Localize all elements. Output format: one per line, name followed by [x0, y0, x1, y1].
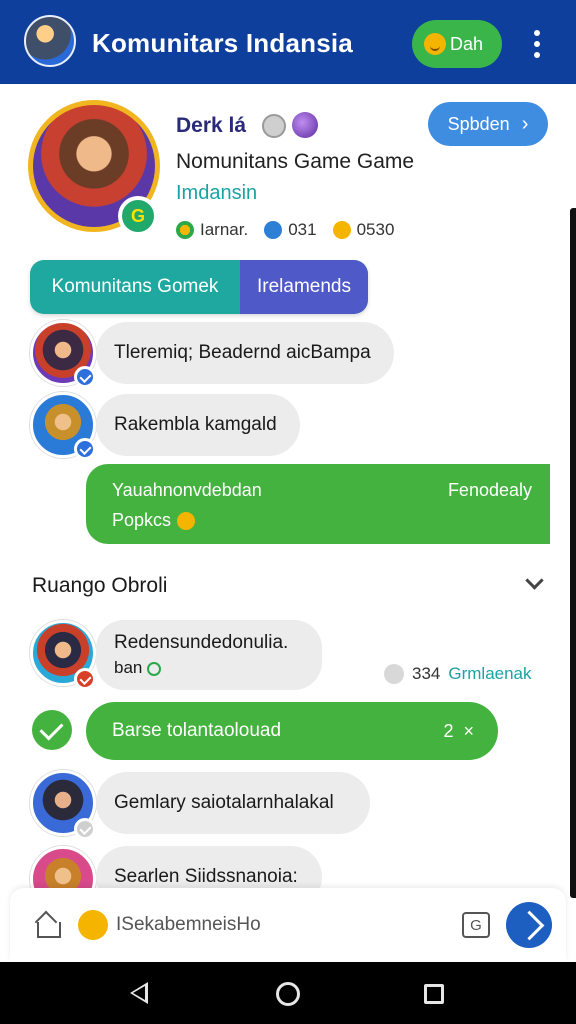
profile-action-label: Spbden	[447, 113, 510, 134]
app-screen: Komunitars Indansia Dah G Derk lá Nomuni…	[0, 0, 576, 1024]
more-menu-icon[interactable]	[526, 30, 548, 58]
message-bubble[interactable]: Rakembla kamgald	[96, 394, 300, 456]
section-title: Ruango Obroli	[32, 574, 168, 597]
check-icon[interactable]	[32, 710, 72, 750]
status-dot-icon	[74, 668, 96, 690]
star-icon	[264, 221, 283, 239]
emoji-icon	[332, 221, 351, 239]
smiley-icon	[424, 33, 446, 55]
home-circle-icon[interactable]	[276, 982, 300, 1006]
orb-badge-icon	[292, 112, 318, 138]
scrollbar[interactable]	[570, 208, 576, 898]
recent-apps-icon[interactable]	[424, 984, 444, 1004]
selected-item-meta: 2 ×	[443, 721, 474, 742]
message-line-2-text: ban	[114, 658, 143, 677]
highlight-line-2: Popkcs	[112, 510, 196, 531]
status-pill-button[interactable]: Dah	[412, 20, 502, 68]
status-pill-label: Dah	[450, 33, 484, 54]
message-composer: ISekabemneisHo G	[10, 888, 566, 962]
selected-item-count: 2	[443, 720, 454, 741]
stat-value: Iarnar.	[200, 220, 249, 239]
profile-name: Derk lá	[176, 114, 247, 137]
face-icon	[384, 664, 404, 684]
profile-stats: Iarnar. 031 0530	[176, 218, 410, 242]
selected-item[interactable]: Barse tolantaolouad 2 ×	[86, 702, 498, 760]
leaf-icon	[176, 221, 194, 239]
highlight-line-2-text: Popkcs	[112, 510, 172, 530]
selected-item-text: Barse tolantaolouad	[112, 720, 282, 741]
room-meta-label[interactable]: Grmlaenak	[448, 664, 531, 684]
message-bubble[interactable]: Redensundedonulia. ban	[96, 620, 322, 690]
tab-irelamends[interactable]: Irelamends	[240, 260, 368, 314]
message-line-2: ban	[114, 658, 162, 678]
message-input[interactable]: ISekabemneisHo	[116, 914, 261, 936]
highlight-message[interactable]: Yauahnonvdebdan Fenodealy Popkcs	[86, 464, 550, 544]
top-app-bar: Komunitars Indansia Dah	[0, 0, 576, 84]
leaf-icon	[147, 661, 162, 676]
muted-icon	[74, 818, 96, 840]
message-bubble[interactable]: Tleremiq; Beadernd aicBampa	[96, 322, 394, 384]
message-bubble[interactable]: Gemlary saiotalarnhalakal	[96, 772, 370, 834]
emoji-picker-icon[interactable]	[78, 910, 108, 940]
profile-subtitle: Nomunitans Game Game	[176, 150, 415, 173]
stat-value: 031	[288, 220, 317, 239]
app-avatar[interactable]	[24, 15, 76, 67]
close-icon[interactable]: ×	[463, 721, 474, 741]
send-button[interactable]	[506, 902, 552, 948]
chevron-down-icon[interactable]	[524, 572, 544, 592]
verified-icon	[74, 366, 96, 388]
profile-action-button[interactable]: Spbden ›	[428, 102, 548, 146]
fire-icon	[177, 512, 196, 531]
home-icon[interactable]	[34, 912, 61, 938]
highlight-line-right: Fenodealy	[447, 480, 532, 500]
room-meta: 334 Grmlaenak	[384, 662, 532, 686]
settings-badge-icon	[262, 114, 286, 138]
tab-komunitans[interactable]: Komunitans Gomek	[30, 260, 240, 314]
highlight-line-left: Yauahnonvdebdan	[112, 480, 262, 500]
page-title: Komunitars Indansia	[92, 28, 353, 58]
verified-icon	[74, 438, 96, 460]
chevron-right-icon: ›	[521, 112, 529, 135]
system-nav-bar	[0, 962, 576, 1024]
profile-location[interactable]: Imdansin	[176, 182, 257, 205]
attach-icon[interactable]: G	[462, 912, 490, 938]
stat-value: 0530	[356, 220, 395, 239]
back-icon[interactable]	[130, 982, 148, 1004]
message-line-1: Redensundedonulia.	[114, 632, 289, 653]
profile-level-badge: G	[118, 196, 158, 236]
tab-bar: Komunitans Gomek Irelamends	[30, 260, 368, 314]
room-count: 334	[412, 664, 441, 683]
